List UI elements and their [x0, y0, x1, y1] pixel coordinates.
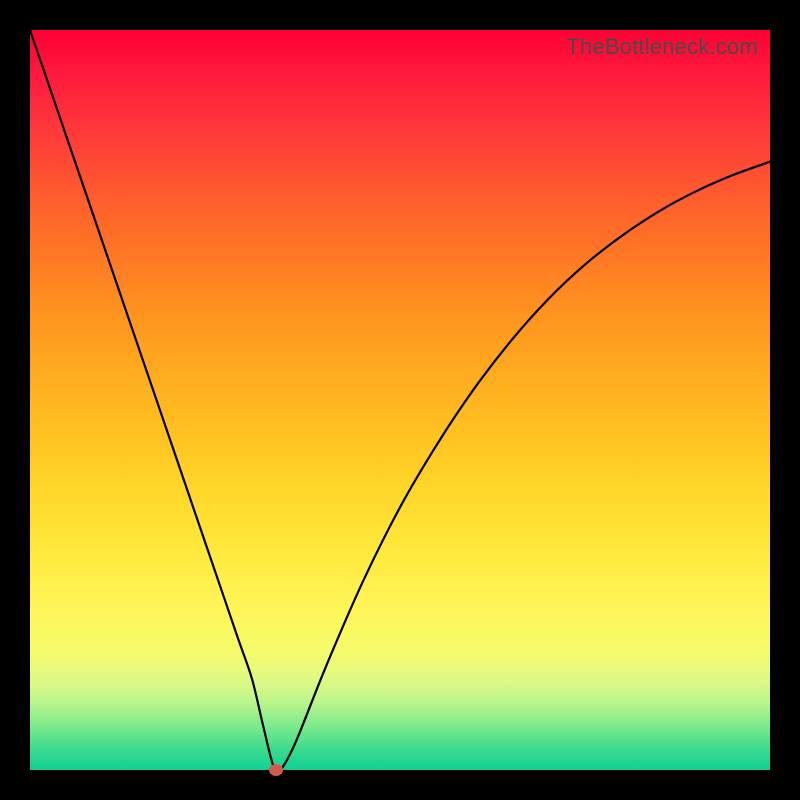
bottleneck-curve: [30, 30, 770, 770]
chart-frame: TheBottleneck.com: [0, 0, 800, 800]
plot-area: TheBottleneck.com: [30, 30, 770, 770]
minimum-marker: [269, 764, 283, 776]
